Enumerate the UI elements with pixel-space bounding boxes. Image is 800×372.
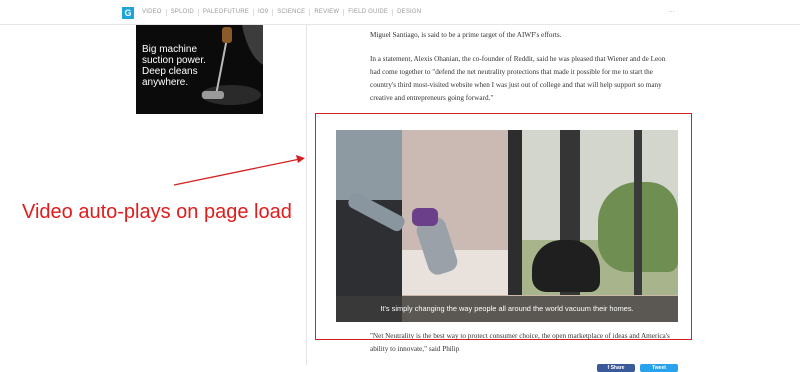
article-paragraph: Miguel Santiago, is said to be a prime t… — [370, 31, 562, 39]
facebook-share-button[interactable]: f Share — [597, 364, 635, 372]
ad-line: Deep cleans — [142, 66, 198, 77]
article-paragraph: In a statement, Alexis Ohanian, the co-f… — [370, 55, 666, 102]
nav-item-design[interactable]: DESIGN — [392, 9, 425, 16]
nav-item-sploid[interactable]: SPLOID — [165, 9, 198, 16]
nav-item-io9[interactable]: IO9 — [253, 9, 272, 16]
ad-line: suction power. — [142, 55, 206, 66]
sidebar-ad[interactable]: Big machine suction power. Deep cleans a… — [136, 25, 263, 114]
annotation-highlight-box — [315, 113, 692, 340]
ad-line: Big machine — [142, 44, 198, 55]
twitter-share-button[interactable]: Tweet — [640, 364, 678, 372]
nav-item-review[interactable]: REVIEW — [309, 9, 343, 16]
nav-links: VIDEO SPLOID PALEOFUTURE IO9 SCIENCE REV… — [140, 9, 425, 16]
column-divider — [306, 25, 307, 365]
article-paragraph: "Net Neutrality is the best way to prote… — [370, 332, 670, 353]
top-nav-bar: G VIDEO SPLOID PALEOFUTURE IO9 SCIENCE R… — [0, 0, 800, 25]
site-logo[interactable]: G — [122, 7, 134, 19]
nav-item-video[interactable]: VIDEO — [140, 9, 166, 16]
nav-item-science[interactable]: SCIENCE — [272, 9, 309, 16]
nav-item-field-guide[interactable]: FIELD GUIDE — [343, 9, 392, 16]
ad-copy: Big machine suction power. Deep cleans a… — [142, 44, 206, 88]
annotation-label: Video auto-plays on page load — [22, 201, 292, 223]
nav-item-paleofuture[interactable]: PALEOFUTURE — [197, 9, 253, 16]
ad-line: anywhere. — [142, 77, 189, 88]
more-icon[interactable]: ⋯ — [668, 8, 675, 16]
